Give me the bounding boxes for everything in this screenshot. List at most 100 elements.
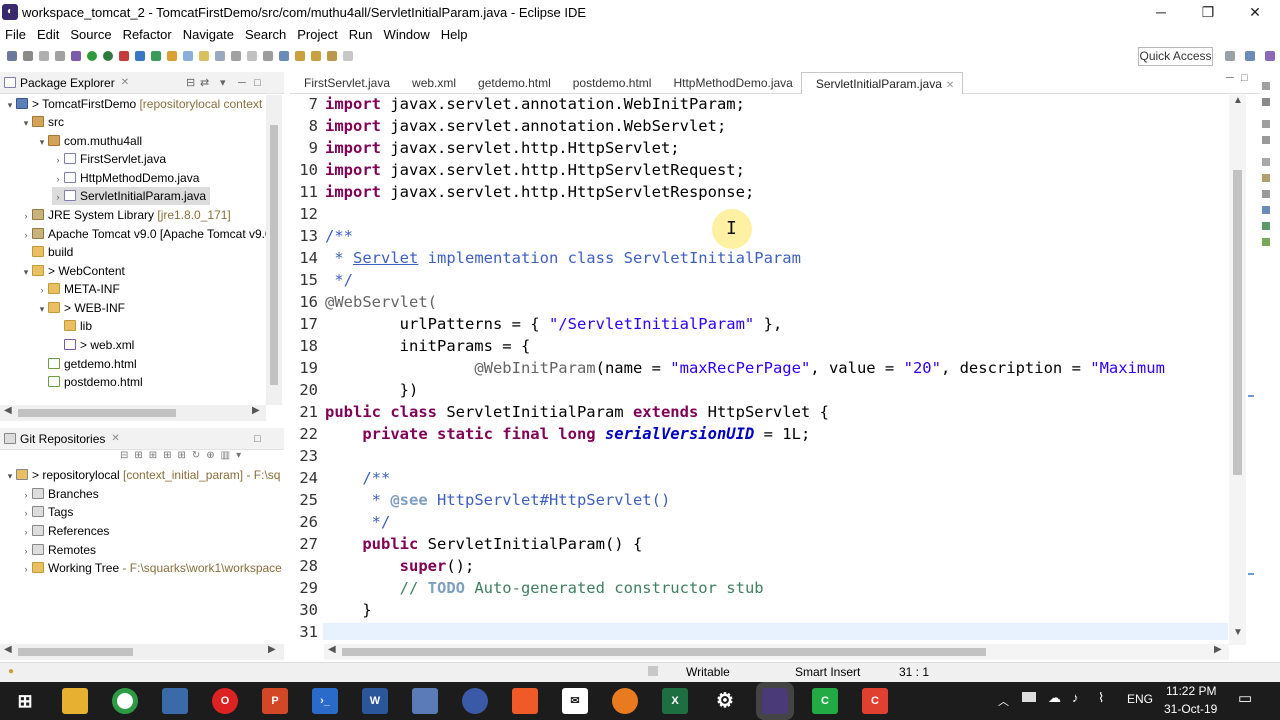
show-whitespace-icon[interactable] [263,51,273,61]
next-annotation-icon[interactable] [295,51,305,61]
pin-editor-icon[interactable] [279,51,289,61]
editor-hscroll[interactable]: ◀ ▶ [324,644,1229,660]
tree-item-tomcat-lib[interactable]: › Apache Tomcat v9.0 [Apache Tomcat v9.0 [20,225,267,243]
word-icon[interactable]: W [362,688,388,714]
block-select-icon[interactable] [247,51,257,61]
close-view-icon[interactable]: ✕ [111,433,119,444]
battery-icon[interactable] [1022,692,1036,702]
network-icon[interactable] [412,688,438,714]
tab-postdemo[interactable]: postdemo.html [559,72,660,94]
show-hidden-icons-icon[interactable]: ︿ [998,693,1009,709]
scroll-left-icon[interactable]: ◀ [328,644,336,655]
tree-item-lib[interactable]: lib [52,317,92,335]
package-explorer-title[interactable]: Package Explorer [20,76,115,90]
vscroll-thumb[interactable] [270,125,278,385]
save-all-icon[interactable] [39,51,49,61]
hscroll-thumb[interactable] [342,648,986,656]
quick-access-input[interactable]: Quick Access [1138,47,1213,66]
problems-icon[interactable] [1262,206,1270,214]
scroll-left-icon[interactable]: ◀ [4,644,12,655]
editor-maximize-icon[interactable]: □ [1241,72,1248,84]
git-toolbar[interactable]: ⊟⊞⊞⊞⊞↻⊕▥▾ [120,450,284,466]
clock-time[interactable]: 11:22 PM [1166,684,1216,698]
tree-item-meta-inf[interactable]: › META-INF [36,280,120,298]
previous-annotation-icon[interactable] [311,51,321,61]
tree-item-src[interactable]: ▾ src [20,113,64,131]
scroll-left-icon[interactable]: ◀ [4,405,12,416]
view-menu-icon[interactable]: ▾ [220,76,226,89]
camtasia-recorder-icon[interactable]: C [862,688,888,714]
scroll-up-icon[interactable]: ▲ [1233,95,1243,106]
menu-edit[interactable]: Edit [32,27,65,42]
app-globe-icon[interactable] [462,688,488,714]
tree-item-remotes[interactable]: › Remotes [20,541,97,559]
editor-minimize-icon[interactable]: ─ [1226,72,1234,84]
maximize-view-icon[interactable]: □ [254,433,261,445]
new-java-project-icon[interactable] [135,51,145,61]
close-view-icon[interactable]: ✕ [121,77,129,88]
tree-item-branches[interactable]: › Branches [20,485,99,503]
back-icon[interactable] [327,51,337,61]
link-editor-icon[interactable]: ⇄ [200,76,209,89]
tree-item-tags[interactable]: › Tags [20,503,74,521]
volume-icon[interactable]: ♪ [1072,690,1079,705]
external-tools-icon[interactable] [119,51,129,61]
tree-item-firstservlet[interactable]: › FirstServlet.java [52,150,167,168]
progress-icon[interactable] [1262,238,1270,246]
powershell-icon[interactable]: ›_ [312,688,338,714]
new-package-icon[interactable] [151,51,161,61]
tree-item-getdemo[interactable]: getdemo.html [36,355,137,373]
overview-ruler[interactable] [1246,95,1256,645]
git-repositories-title[interactable]: Git Repositories [20,432,105,446]
clock-date[interactable]: 31-Oct-19 [1164,702,1217,716]
windows-start-icon[interactable]: ⊞ [12,688,38,714]
scroll-right-icon[interactable]: ▶ [1214,644,1222,655]
properties-icon[interactable] [1262,136,1270,144]
run-last-icon[interactable] [103,51,113,61]
toggle-mark-icon[interactable] [199,51,209,61]
git-hscroll[interactable]: ◀ ▶ [0,644,284,660]
run-icon[interactable] [87,51,97,61]
minimize-view-icon[interactable]: ─ [238,77,246,89]
language-indicator[interactable]: ENG [1127,692,1153,706]
powerpoint-icon[interactable]: P [262,688,288,714]
tree-item-references[interactable]: › References [20,522,110,540]
onedrive-icon[interactable]: ☁ [1048,690,1061,706]
tree-item-web-xml[interactable]: > web.xml [52,336,134,354]
hscroll-thumb[interactable] [18,409,176,417]
save-icon[interactable] [23,51,33,61]
open-perspective-icon[interactable] [1225,51,1235,61]
search-icon[interactable] [183,51,193,61]
menu-help[interactable]: Help [436,27,474,42]
markers-icon[interactable] [1262,120,1270,128]
excel-icon[interactable]: X [662,688,688,714]
close-button[interactable]: ✕ [1232,0,1278,24]
tree-item-webcontent[interactable]: ▾ > WebContent [20,262,125,280]
tree-item-servletinitialparam[interactable]: › ServletInitialParam.java [52,187,211,205]
editor-vscroll[interactable]: ▲ ▼ [1229,95,1246,645]
opera-icon[interactable]: O [212,688,238,714]
close-tab-icon[interactable]: ✕ [946,80,954,91]
tree-item-build[interactable]: build [20,243,73,261]
tree-item-jre[interactable]: › JRE System Library [jre1.8.0_171] [20,206,231,224]
tab-servletinitialparam[interactable]: ServletInitialParam.java ✕ [800,71,964,94]
menu-file[interactable]: File [0,27,32,42]
menu-run[interactable]: Run [344,27,379,42]
snipping-tool-icon[interactable] [162,688,188,714]
outline-view-icon[interactable] [1262,82,1270,90]
java-ee-perspective-icon[interactable] [1245,51,1255,61]
mail-icon[interactable]: ✉ [562,688,588,714]
print-icon[interactable] [55,51,65,61]
snippets-icon[interactable] [1262,190,1270,198]
vscroll-thumb[interactable] [1233,170,1242,475]
new-icon[interactable] [7,51,17,61]
servers-icon[interactable] [1262,158,1270,166]
brave-icon[interactable] [512,688,538,714]
annotation-icon[interactable] [215,51,225,61]
hscroll-thumb[interactable] [18,648,133,656]
file-explorer-icon[interactable] [62,688,88,714]
chrome-icon[interactable] [112,688,138,714]
collapse-all-icon[interactable]: ⊟ [186,76,195,89]
open-type-icon[interactable] [167,51,177,61]
camtasia-icon[interactable]: C [812,688,838,714]
